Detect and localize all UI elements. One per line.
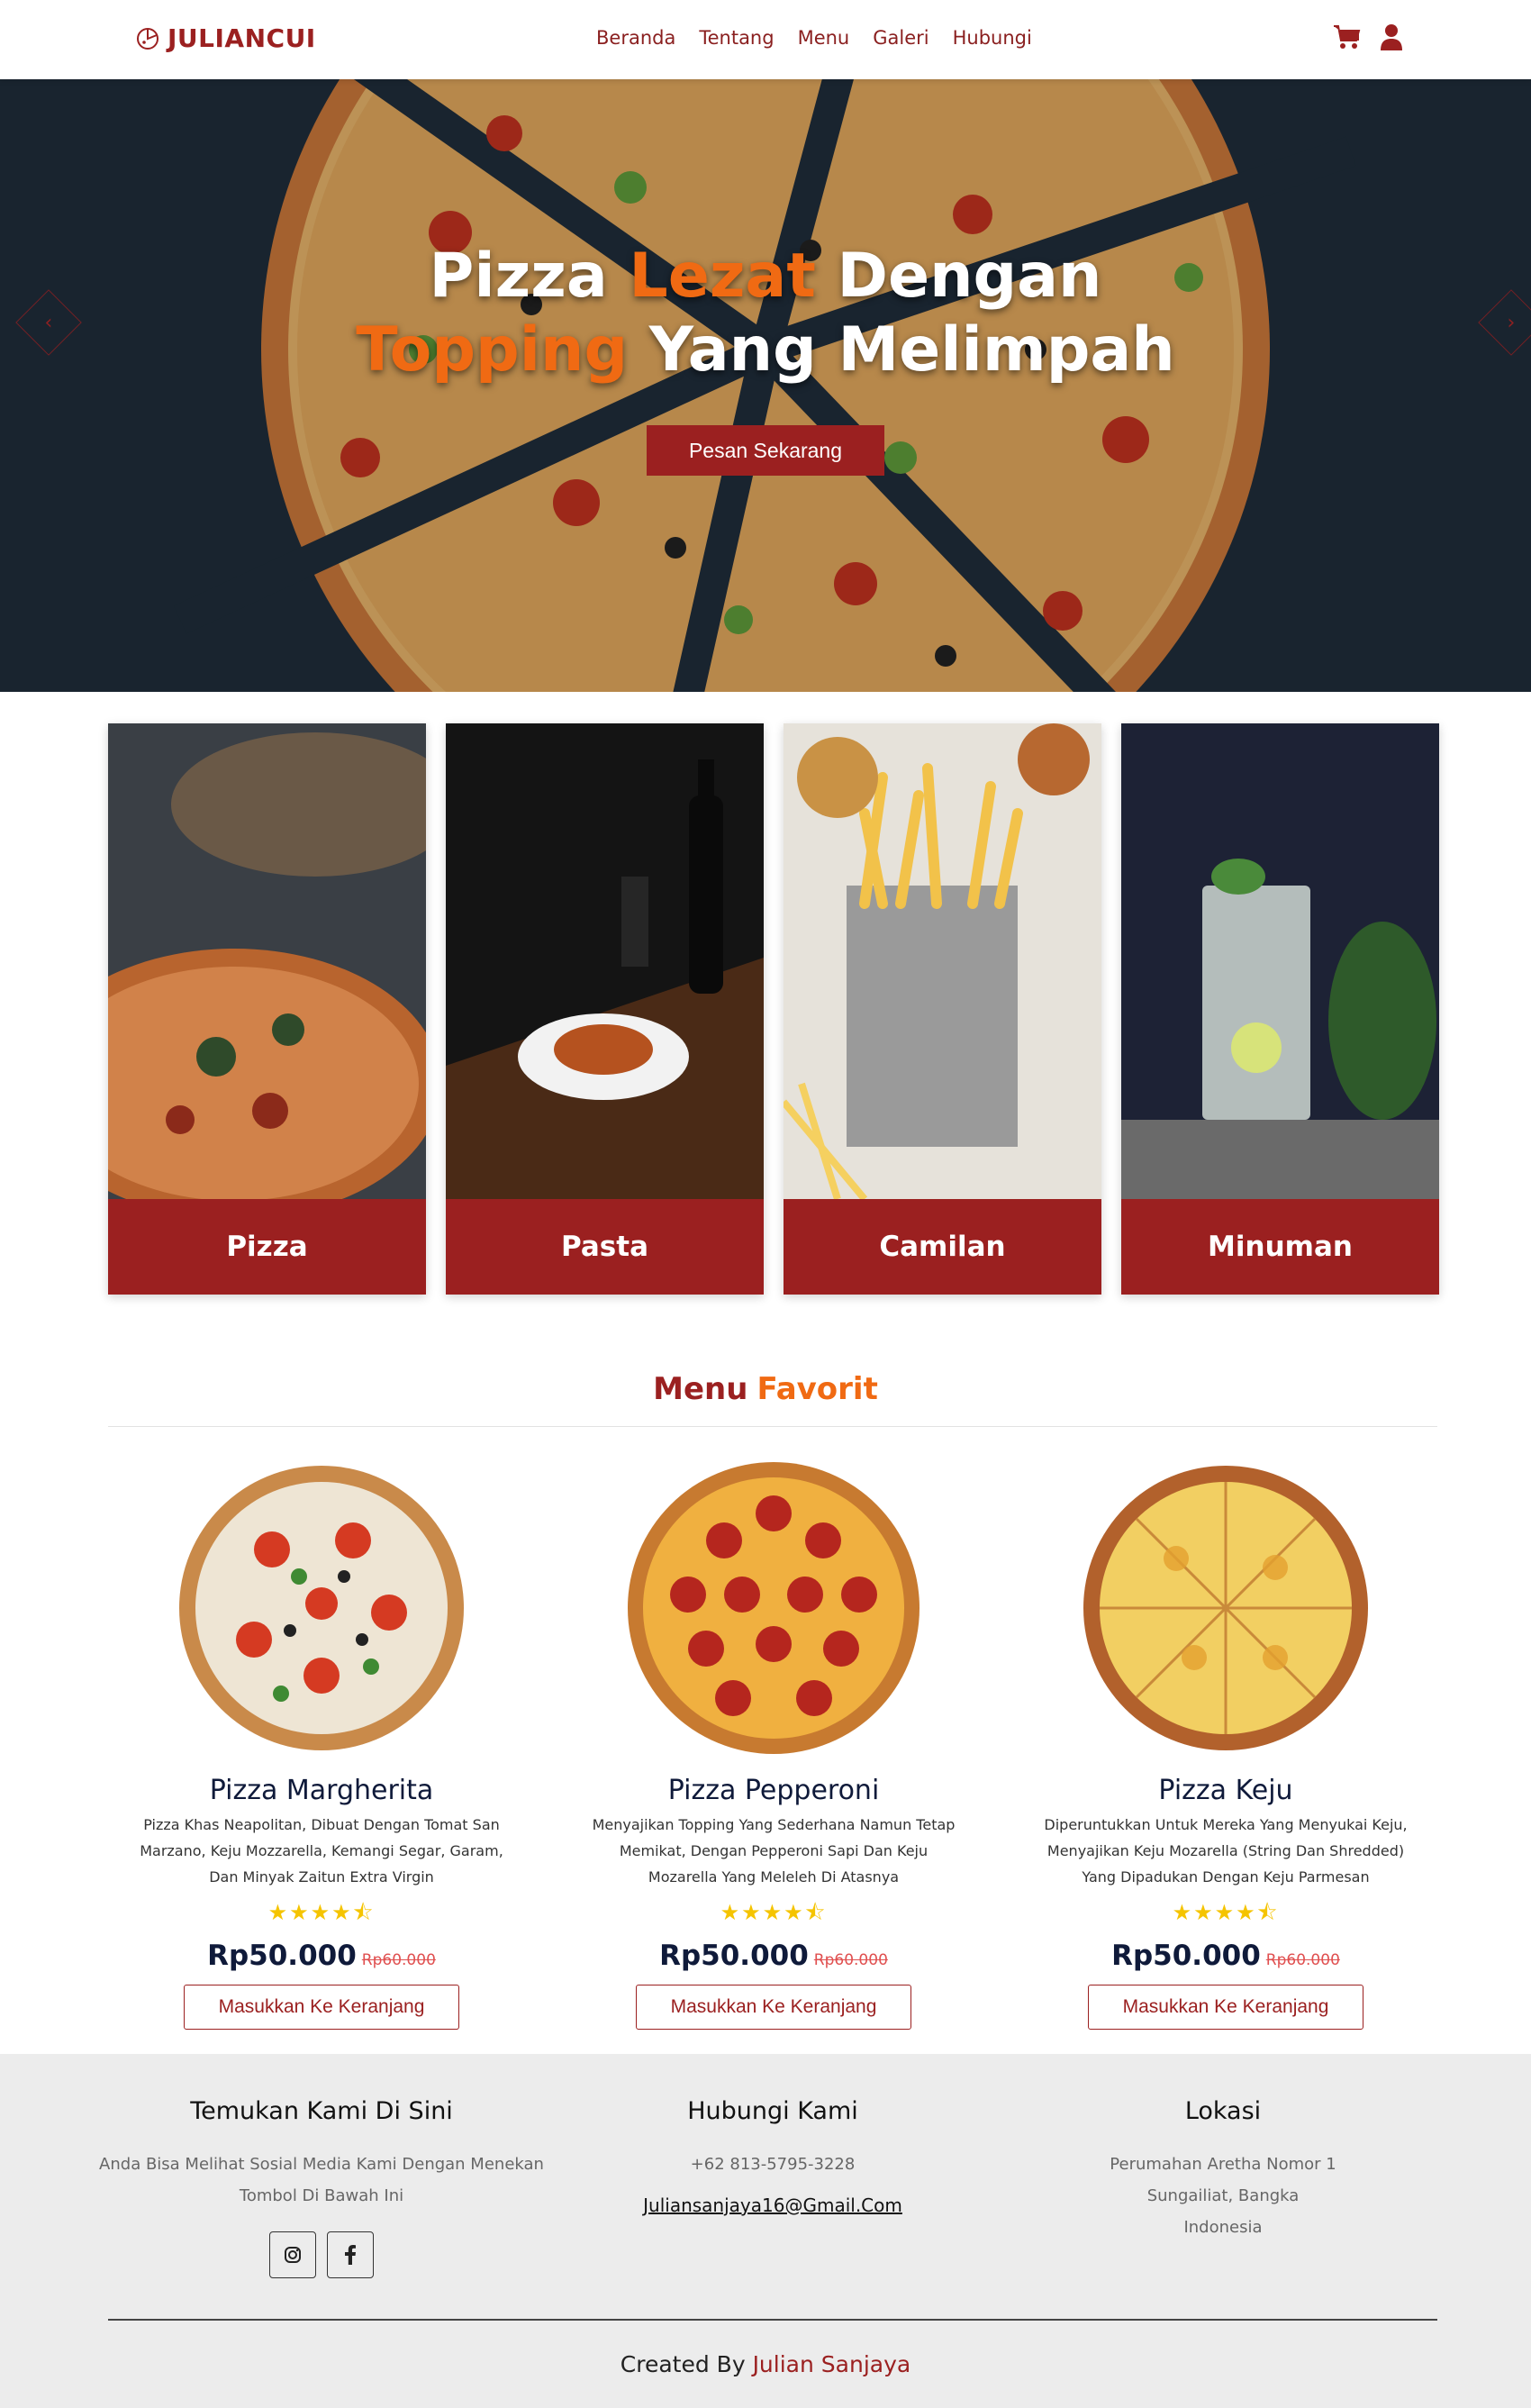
product-description: Diperuntukkan Untuk Mereka Yang Menyukai… (1044, 1816, 1408, 1886)
section-divider (108, 1426, 1437, 1427)
category-label-pizza: Pizza (108, 1199, 426, 1295)
footer-social-column: Temukan Kami Di Sini Anda Bisa Melihat S… (96, 2097, 547, 2278)
credit-prefix: Created By (620, 2351, 753, 2377)
instagram-icon (285, 2247, 301, 2263)
address-line-1: Perumahan Aretha Nomor 1 (1110, 2155, 1336, 2174)
rating-stars: ★★★★⯪ (267, 1900, 376, 1925)
nav-links: Beranda Tentang Menu Galeri Hubungi (596, 27, 1032, 49)
cart-icon[interactable] (1333, 23, 1362, 50)
price-row: Rp50.000 Rp60.000 (571, 1940, 976, 1972)
product-image-pepperoni (628, 1462, 920, 1754)
product-image-cheese (1083, 1466, 1368, 1750)
price-row: Rp50.000 Rp60.000 (119, 1940, 524, 1972)
facebook-icon (345, 2245, 356, 2265)
address-line-3: Indonesia (1183, 2218, 1263, 2237)
add-to-cart-button[interactable]: Masukkan Ke Keranjang (636, 1985, 911, 2030)
hero-title: Pizza Lezat Dengan Topping Yang Melimpah (0, 240, 1531, 387)
product-price: Rp50.000 (207, 1940, 357, 1972)
category-card-minuman[interactable]: Minuman (1121, 723, 1439, 1295)
category-drinks-image (1121, 723, 1439, 1199)
product-name: Pizza Margherita (209, 1775, 434, 1806)
footer-social-title: Temukan Kami Di Sini (190, 2097, 453, 2125)
category-pasta-image (446, 723, 764, 1199)
footer-email-link[interactable]: Juliansanjaya16@Gmail.Com (643, 2194, 902, 2216)
footer-credit: Created By Julian Sanjaya (0, 2351, 1531, 2377)
product-price: Rp50.000 (659, 1940, 809, 1972)
add-to-cart-button[interactable]: Masukkan Ke Keranjang (1088, 1985, 1363, 2030)
product-name: Pizza Pepperoni (667, 1775, 880, 1806)
category-pizza-image (108, 723, 426, 1199)
add-to-cart-button[interactable]: Masukkan Ke Keranjang (184, 1985, 459, 2030)
category-card-pasta[interactable]: Pasta (446, 723, 764, 1295)
credit-author-link[interactable]: Julian Sanjaya (753, 2351, 911, 2377)
product-old-price: Rp60.000 (361, 1951, 436, 1969)
category-snacks-image (784, 723, 1101, 1199)
navbar: JULIANCUI Beranda Tentang Menu Galeri Hu… (0, 0, 1531, 79)
nav-link-menu[interactable]: Menu (798, 27, 850, 49)
hero-banner: ‹ › Pizza Lezat Dengan Topping Yang Meli… (0, 79, 1531, 692)
hero-title-accent: Topping (356, 314, 629, 386)
footer-location-column: Lokasi Perumahan Aretha Nomor 1 Sungaili… (998, 2097, 1448, 2243)
product-old-price: Rp60.000 (1265, 1951, 1340, 1969)
product-card-pepperoni: Pizza Pepperoni Menyajikan Topping Yang … (571, 1459, 976, 2030)
facebook-button[interactable] (327, 2231, 374, 2278)
category-card-pizza[interactable]: Pizza (108, 723, 426, 1295)
footer: Temukan Kami Di Sini Anda Bisa Melihat S… (0, 2054, 1531, 2408)
footer-location-title: Lokasi (1184, 2097, 1262, 2125)
product-card-keju: Pizza Keju Diperuntukkan Untuk Mereka Ya… (1023, 1459, 1428, 2030)
pizza-logo-icon (137, 27, 159, 50)
product-image-margherita (179, 1466, 464, 1750)
footer-divider (108, 2319, 1437, 2321)
social-buttons (96, 2231, 547, 2278)
nav-link-hubungi[interactable]: Hubungi (953, 27, 1032, 49)
address-line-2: Sungailiat, Bangka (1146, 2186, 1300, 2205)
nav-link-tentang[interactable]: Tentang (699, 27, 774, 49)
favorites-title-a: Menu (653, 1371, 748, 1407)
hero-title-part: Yang Melimpah (628, 314, 1175, 386)
brand-name: JULIANCUI (168, 23, 316, 53)
product-description: Pizza Khas Neapolitan, Dibuat Dengan Tom… (140, 1816, 503, 1886)
nav-icons (1333, 23, 1403, 50)
footer-social-text: Anda Bisa Melihat Sosial Media Kami Deng… (99, 2155, 544, 2205)
price-row: Rp50.000 Rp60.000 (1023, 1940, 1428, 1972)
product-old-price: Rp60.000 (813, 1951, 888, 1969)
brand-logo[interactable]: JULIANCUI (135, 23, 316, 53)
nav-link-galeri[interactable]: Galeri (873, 27, 929, 49)
product-name: Pizza Keju (1158, 1775, 1293, 1806)
category-label-minuman: Minuman (1121, 1199, 1439, 1295)
category-label-camilan: Camilan (784, 1199, 1101, 1295)
category-label-pasta: Pasta (446, 1199, 764, 1295)
favorites-title: Menu Favorit (0, 1371, 1531, 1407)
footer-phone: +62 813-5795-3228 (690, 2155, 856, 2174)
product-price: Rp50.000 (1111, 1940, 1261, 1972)
footer-address: Perumahan Aretha Nomor 1 Sungailiat, Ban… (998, 2149, 1448, 2243)
hero-title-part: Dengan (815, 241, 1102, 312)
hero-title-part: Pizza (429, 241, 630, 312)
nav-link-beranda[interactable]: Beranda (596, 27, 675, 49)
favorites-title-b: Favorit (756, 1371, 878, 1407)
order-now-button[interactable]: Pesan Sekarang (647, 425, 884, 476)
product-card-margherita: Pizza Margherita Pizza Khas Neapolitan, … (119, 1459, 524, 2030)
user-icon[interactable] (1380, 23, 1403, 50)
hero-title-accent: Lezat (629, 241, 816, 312)
rating-stars: ★★★★⯪ (720, 1900, 828, 1925)
footer-contact-title: Hubungi Kami (687, 2097, 858, 2125)
instagram-button[interactable] (269, 2231, 316, 2278)
category-card-camilan[interactable]: Camilan (784, 723, 1101, 1295)
footer-contact-column: Hubungi Kami +62 813-5795-3228 Juliansan… (548, 2097, 998, 2216)
product-description: Menyajikan Topping Yang Sederhana Namun … (592, 1816, 956, 1886)
rating-stars: ★★★★⯪ (1172, 1900, 1280, 1925)
